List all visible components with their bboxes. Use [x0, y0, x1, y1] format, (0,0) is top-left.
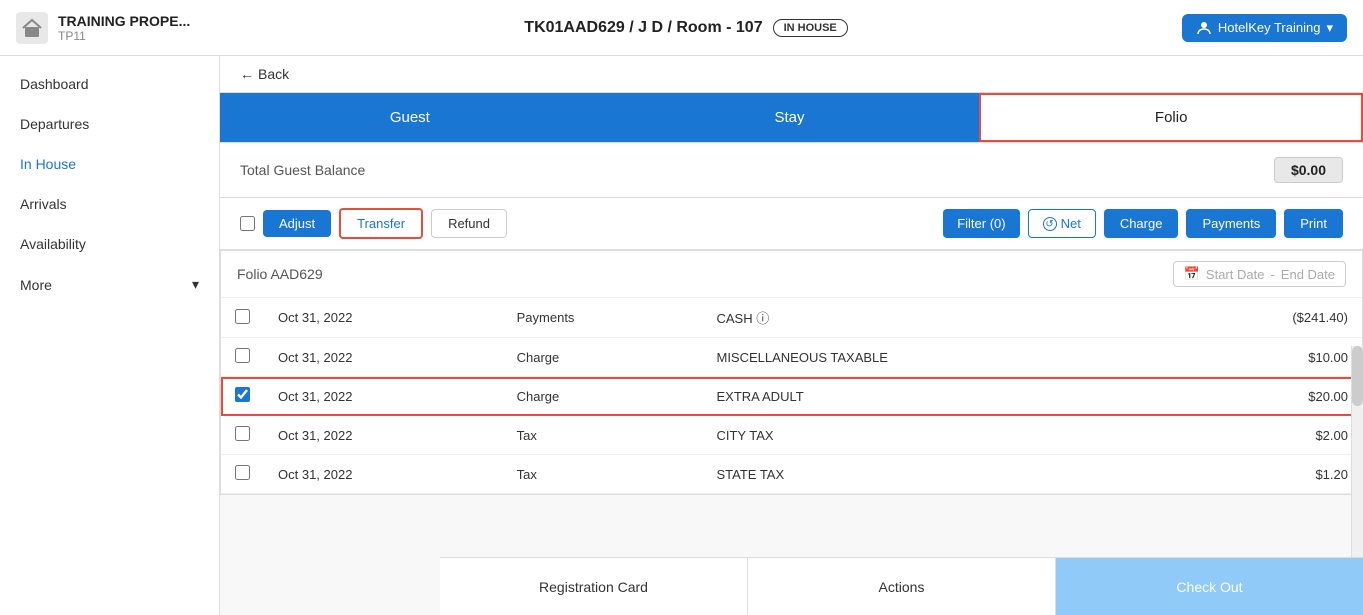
- table-row: Oct 31, 2022 Charge MISCELLANEOUS TAXABL…: [221, 338, 1362, 377]
- footer-bar: Registration Card Actions Check Out: [440, 557, 1363, 615]
- adjust-button[interactable]: Adjust: [263, 210, 331, 237]
- sidebar-item-arrivals[interactable]: Arrivals: [0, 184, 219, 224]
- row-checkbox-cell[interactable]: [221, 377, 264, 416]
- table-row: Oct 31, 2022 Charge EXTRA ADULT $20.00: [221, 377, 1362, 416]
- row-amount: $2.00: [1167, 416, 1362, 455]
- chevron-down-icon: ▾: [192, 276, 199, 293]
- main-layout: Dashboard Departures In House Arrivals A…: [0, 56, 1363, 615]
- refund-button[interactable]: Refund: [431, 209, 507, 238]
- user-name: HotelKey Training: [1218, 20, 1321, 35]
- date-range-picker[interactable]: 📅 Start Date - End Date: [1173, 261, 1346, 287]
- row-amount: $20.00: [1167, 377, 1362, 416]
- balance-value: $0.00: [1274, 157, 1343, 183]
- row-amount: $10.00: [1167, 338, 1362, 377]
- row-checkbox-cell[interactable]: [221, 338, 264, 377]
- row-date: Oct 31, 2022: [264, 455, 503, 494]
- row-amount: $1.20: [1167, 455, 1362, 494]
- row-type: Payments: [503, 298, 703, 338]
- row-description: EXTRA ADULT: [702, 377, 1167, 416]
- actions-bar: Adjust Transfer Refund Filter (0) ↺ Net …: [220, 198, 1363, 250]
- select-all-checkbox[interactable]: [240, 216, 255, 231]
- row-date: Oct 31, 2022: [264, 377, 503, 416]
- row-date: Oct 31, 2022: [264, 338, 503, 377]
- folio-table: Oct 31, 2022 Payments CASH ⓘ ($241.40) O…: [221, 298, 1362, 494]
- actions-button[interactable]: Actions: [748, 558, 1056, 615]
- user-icon: [1196, 20, 1212, 36]
- property-code: TP11: [58, 29, 190, 43]
- row-type: Charge: [503, 377, 703, 416]
- back-arrow-icon: ←: [240, 66, 254, 82]
- chevron-down-icon: ▾: [1326, 20, 1333, 36]
- back-button[interactable]: ← Back: [240, 66, 289, 82]
- row-checkbox[interactable]: [235, 387, 250, 402]
- tab-guest[interactable]: Guest: [220, 93, 600, 142]
- property-name: TRAINING PROPE...: [58, 13, 190, 29]
- table-row: Oct 31, 2022 Payments CASH ⓘ ($241.40): [221, 298, 1362, 338]
- back-label: Back: [258, 66, 289, 82]
- folio-header: Folio AAD629 📅 Start Date - End Date: [221, 251, 1362, 298]
- header-left: TRAINING PROPE... TP11: [16, 12, 190, 44]
- calendar-icon: 📅: [1184, 266, 1200, 282]
- table-row: Oct 31, 2022 Tax CITY TAX $2.00: [221, 416, 1362, 455]
- scrollbar-thumb[interactable]: [1352, 346, 1363, 406]
- status-badge: IN HOUSE: [773, 19, 848, 37]
- tab-folio[interactable]: Folio: [979, 93, 1363, 142]
- actions-right: Filter (0) ↺ Net Charge Payments Print: [943, 209, 1343, 238]
- row-date: Oct 31, 2022: [264, 298, 503, 338]
- folio-section: Folio AAD629 📅 Start Date - End Date Oct…: [220, 250, 1363, 495]
- tab-bar: Guest Stay Folio: [220, 93, 1363, 143]
- row-checkbox[interactable]: [235, 309, 250, 324]
- net-circle-icon: ↺: [1043, 217, 1057, 231]
- property-info: TRAINING PROPE... TP11: [58, 13, 190, 43]
- sidebar-item-departures[interactable]: Departures: [0, 104, 219, 144]
- user-menu-button[interactable]: HotelKey Training ▾: [1182, 14, 1347, 42]
- end-date-label: End Date: [1281, 267, 1335, 282]
- balance-row: Total Guest Balance $0.00: [220, 143, 1363, 198]
- reservation-title-area: TK01AAD629 / J D / Room - 107 IN HOUSE: [524, 19, 847, 37]
- filter-button[interactable]: Filter (0): [943, 209, 1019, 238]
- header: TRAINING PROPE... TP11 TK01AAD629 / J D …: [0, 0, 1363, 56]
- main-content: ← Back Guest Stay Folio Total Guest Bala…: [220, 56, 1363, 615]
- sidebar-item-inhouse[interactable]: In House: [0, 144, 219, 184]
- sidebar-item-dashboard[interactable]: Dashboard: [0, 64, 219, 104]
- balance-label: Total Guest Balance: [240, 162, 1274, 178]
- row-description: STATE TAX: [702, 455, 1167, 494]
- sidebar-item-availability[interactable]: Availability: [0, 224, 219, 264]
- row-amount: ($241.40): [1167, 298, 1362, 338]
- row-checkbox[interactable]: [235, 465, 250, 480]
- scrollbar-track[interactable]: [1351, 346, 1363, 557]
- row-type: Charge: [503, 338, 703, 377]
- row-checkbox[interactable]: [235, 348, 250, 363]
- row-description: CASH ⓘ: [702, 298, 1167, 338]
- row-description: CITY TAX: [702, 416, 1167, 455]
- transfer-button[interactable]: Transfer: [339, 208, 423, 239]
- sidebar: Dashboard Departures In House Arrivals A…: [0, 56, 220, 615]
- header-right: HotelKey Training ▾: [1182, 14, 1347, 42]
- back-bar: ← Back: [220, 56, 1363, 93]
- row-type: Tax: [503, 455, 703, 494]
- charge-button[interactable]: Charge: [1104, 209, 1179, 238]
- folio-title: Folio AAD629: [237, 266, 323, 282]
- payments-button[interactable]: Payments: [1186, 209, 1276, 238]
- row-checkbox-cell[interactable]: [221, 455, 264, 494]
- row-description: MISCELLANEOUS TAXABLE: [702, 338, 1167, 377]
- net-button[interactable]: ↺ Net: [1028, 209, 1096, 238]
- row-date: Oct 31, 2022: [264, 416, 503, 455]
- row-checkbox-cell[interactable]: [221, 416, 264, 455]
- reservation-title: TK01AAD629 / J D / Room - 107: [524, 19, 762, 37]
- start-date-label: Start Date: [1206, 267, 1265, 282]
- row-type: Tax: [503, 416, 703, 455]
- date-separator: -: [1270, 267, 1274, 282]
- tab-stay[interactable]: Stay: [600, 93, 980, 142]
- print-button[interactable]: Print: [1284, 209, 1343, 238]
- sidebar-item-more[interactable]: More ▾: [0, 264, 219, 305]
- property-logo: [16, 12, 48, 44]
- registration-card-button[interactable]: Registration Card: [440, 558, 748, 615]
- row-checkbox-cell[interactable]: [221, 298, 264, 338]
- row-checkbox[interactable]: [235, 426, 250, 441]
- table-row: Oct 31, 2022 Tax STATE TAX $1.20: [221, 455, 1362, 494]
- check-out-button[interactable]: Check Out: [1056, 558, 1363, 615]
